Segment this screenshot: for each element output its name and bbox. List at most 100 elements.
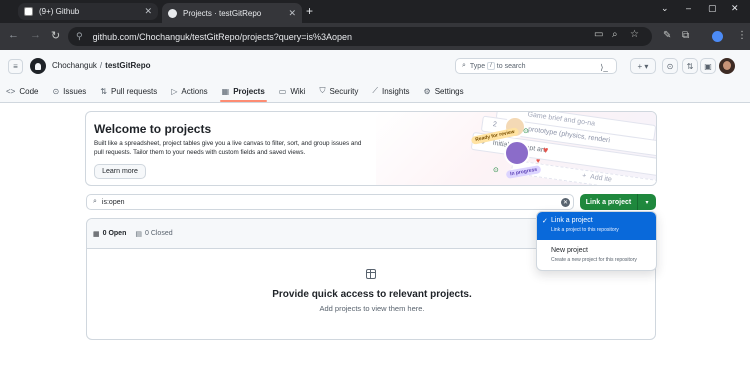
menu-item-label: Link a project [551, 217, 593, 224]
repo-link[interactable]: testGitRepo [105, 61, 150, 70]
bookmark-star-icon[interactable]: ☆ [630, 29, 639, 40]
tab-pull-requests[interactable]: ⇅ Pull requests [94, 80, 163, 102]
menu-item-label: New project [551, 247, 588, 254]
tab-issues[interactable]: ⊙ Issues [46, 80, 92, 102]
window-close-icon[interactable]: ✕ [731, 3, 739, 14]
url-text: github.com/Chochanguk/testGitRepo/projec… [92, 31, 352, 42]
filter-value: is:open [101, 198, 125, 206]
tab-label: Issues [63, 86, 87, 96]
tab-label: Pull requests [111, 86, 158, 96]
tab-label: Wiki [290, 86, 306, 96]
search-icon: ⌕ [93, 198, 97, 205]
new-tab-button[interactable]: + [306, 4, 313, 18]
pull-request-icon: ⇅ [100, 86, 107, 96]
tab-label: Projects [233, 86, 265, 96]
site-info-icon[interactable]: ⚲ [76, 31, 83, 42]
cast-icon[interactable]: ▭ [594, 29, 603, 40]
heart-icon: ♥ [543, 145, 549, 155]
gear-icon: ⚙ [423, 86, 431, 96]
learn-more-button[interactable]: Learn more [94, 164, 146, 179]
menu-item-link-project[interactable]: ✓ Link a project Link a project to this … [537, 212, 656, 240]
tab-code[interactable]: <> Code [0, 80, 44, 102]
pull-requests-icon[interactable]: ⇅ [682, 58, 698, 74]
welcome-title: Welcome to projects [94, 122, 212, 136]
maximize-icon[interactable]: ▢ [708, 3, 717, 14]
clear-filter-icon[interactable]: ✕ [561, 198, 570, 207]
open-count-label: 0 Open [102, 230, 127, 237]
empty-state-subtitle: Add projects to view them here. [319, 304, 425, 313]
link-project-button[interactable]: Link a project [580, 194, 637, 210]
back-icon[interactable]: ← [8, 29, 19, 41]
tab-label: Settings [434, 86, 464, 96]
browser-tab-github-notifications[interactable]: (9+) Github ✕ [18, 3, 158, 20]
tab-projects[interactable]: ▦ Projects [216, 80, 271, 102]
more-icon[interactable]: ⋮ [737, 30, 747, 41]
repo-nav: <> Code ⊙ Issues ⇅ Pull requests ▷ Actions ▦… [0, 80, 472, 102]
tab-label: Security [329, 86, 359, 96]
graph-icon: ⟋ [372, 86, 378, 95]
search-icon: ⌕ [462, 62, 466, 69]
tab-settings[interactable]: ⚙ Settings [418, 80, 470, 102]
browser-tab-strip: (9+) Github ✕ Projects · testGitRepo ✕ +… [0, 0, 750, 23]
welcome-illustration: Game brief and go-na 2 Engine prototype (… [376, 112, 656, 185]
heart-icon: ♥ [536, 158, 541, 165]
forward-icon[interactable]: → [30, 29, 41, 41]
tab-title: (9+) Github [39, 7, 80, 16]
minimize-icon[interactable]: – [686, 3, 691, 13]
tab-search-icon[interactable]: ⌄ [661, 3, 669, 14]
issue-icon: ⊙ [52, 86, 60, 96]
closed-projects-tab[interactable]: ▤ 0 Closed [135, 230, 172, 238]
avatar-illustration-icon [504, 140, 530, 166]
tab-insights[interactable]: ⟋ Insights [366, 80, 415, 102]
search-shortcut-key: / [487, 62, 495, 70]
check-circle-icon: ⊙ [493, 167, 499, 174]
illustration-row-number: 2 [492, 121, 498, 129]
book-icon: ▭ [278, 86, 287, 96]
extension-pen-icon[interactable]: ✎ [663, 30, 671, 41]
search-suffix: to search [496, 62, 526, 70]
close-icon[interactable]: ✕ [144, 6, 152, 17]
breadcrumb: Chochanguk / testGitRepo [52, 61, 151, 70]
profile-icon[interactable] [712, 31, 723, 42]
empty-state-title: Provide quick access to relevant project… [272, 289, 472, 300]
archive-icon: ▤ [135, 230, 142, 238]
avatar[interactable] [719, 58, 735, 74]
browser-tab-projects[interactable]: Projects · testGitRepo ✕ [162, 3, 302, 23]
table-icon: ▦ [93, 230, 100, 238]
open-projects-tab[interactable]: ▦ 0 Open [93, 230, 126, 238]
command-palette-icon[interactable]: ⟩_ [593, 59, 615, 75]
inbox-icon[interactable]: ▣ [700, 58, 716, 74]
link-project-dropdown-button[interactable]: ▾ [637, 194, 656, 210]
menu-item-description: Link a project to this repository [551, 227, 619, 233]
tab-label: Code [19, 86, 39, 96]
address-bar[interactable]: ⚲ github.com/Chochanguk/testGitRepo/proj… [68, 27, 652, 46]
illustration-plus: + [581, 172, 587, 180]
tab-security[interactable]: ⛉ Security [313, 80, 364, 102]
tab-label: Actions [181, 86, 208, 96]
owner-link[interactable]: Chochanguk [52, 61, 97, 70]
tab-label: Insights [381, 86, 410, 96]
github-icon [168, 8, 177, 18]
browser-toolbar: ← → ↻ ⚲ github.com/Chochanguk/testGitRep… [0, 23, 750, 50]
notion-icon [24, 7, 33, 16]
issues-icon[interactable]: ⊙ [662, 58, 678, 74]
close-icon[interactable]: ✕ [288, 8, 296, 19]
create-new-button[interactable]: + ▾ [630, 58, 656, 74]
menu-item-description: Create a new project for this repository [551, 257, 637, 263]
table-icon [366, 269, 376, 279]
welcome-description: Built like a spreadsheet, project tables… [94, 140, 362, 156]
code-icon: <> [6, 86, 16, 96]
menu-icon[interactable]: ≡ [8, 59, 23, 74]
zoom-icon[interactable]: ⌕ [612, 29, 618, 40]
tab-actions[interactable]: ▷ Actions [165, 80, 213, 102]
play-icon: ▷ [171, 86, 178, 96]
extensions-icon[interactable]: ⧉ [682, 30, 689, 41]
tab-title: Projects · testGitRepo [183, 8, 262, 18]
github-logo-icon[interactable] [30, 58, 46, 74]
reload-icon[interactable]: ↻ [51, 29, 60, 42]
tab-wiki[interactable]: ▭ Wiki [273, 80, 312, 102]
project-filter-input[interactable]: ⌕ is:open [86, 194, 574, 210]
illustration-row-text: Add ite [589, 173, 613, 184]
menu-item-new-project[interactable]: New project Create a new project for thi… [537, 242, 656, 270]
table-icon: ▦ [221, 86, 230, 96]
